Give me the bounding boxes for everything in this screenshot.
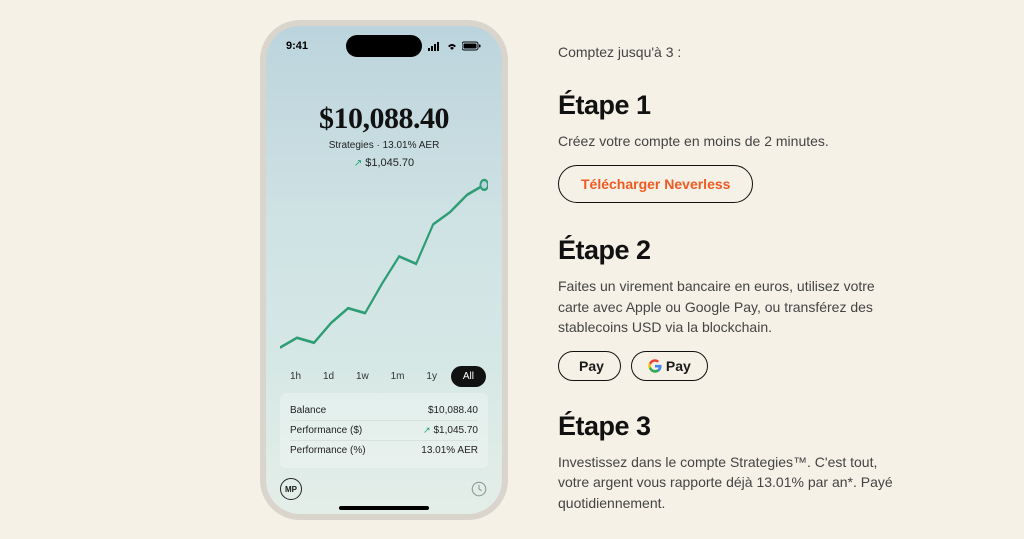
google-pay-badge: Pay — [631, 351, 708, 381]
time-range-1m[interactable]: 1m — [383, 367, 413, 386]
steps-column: Comptez jusqu'à 3 : Étape 1 Créez votre … — [558, 20, 918, 519]
chart-endpoint — [480, 180, 488, 190]
time-range-1y[interactable]: 1y — [418, 367, 445, 386]
account-balance-big: $10,088.40 — [280, 102, 488, 136]
avatar[interactable]: MP — [280, 478, 302, 500]
time-range-all[interactable]: All — [451, 366, 486, 387]
apple-pay-label: Pay — [579, 358, 604, 374]
google-pay-label: Pay — [666, 358, 691, 374]
time-range-switcher: 1h 1d 1w 1m 1y All — [282, 366, 486, 387]
stats-balance-value: $10,088.40 — [428, 405, 478, 416]
stats-perf-usd-value: $1,045.70 — [423, 425, 478, 436]
wifi-icon — [445, 41, 459, 51]
performance-chart — [280, 175, 488, 360]
stats-balance-label: Balance — [290, 405, 326, 416]
stats-perf-usd-label: Performance ($) — [290, 425, 362, 436]
stats-perf-pct-value: 13.01% AER — [421, 445, 478, 456]
step1-body: Créez votre compte en moins de 2 minutes… — [558, 131, 898, 151]
dynamic-island — [346, 35, 422, 57]
account-subtitle: Strategies · 13.01% AER — [280, 140, 488, 151]
stats-perf-pct-label: Performance (%) — [290, 445, 366, 456]
step2-title: Étape 2 — [558, 235, 918, 266]
phone-screen: 9:41 $10,088.40 Strategies · 13.01% AER … — [266, 26, 502, 514]
step3-body: Investissez dans le compte Strategies™. … — [558, 452, 898, 513]
chart-line — [280, 185, 484, 348]
account-gain: $1,045.70 — [280, 157, 488, 169]
time-range-1d[interactable]: 1d — [315, 367, 342, 386]
step3-title: Étape 3 — [558, 411, 918, 442]
status-icons — [428, 41, 482, 51]
time-range-1h[interactable]: 1h — [282, 367, 309, 386]
google-icon — [648, 359, 662, 373]
apple-pay-badge: Pay — [558, 351, 621, 381]
battery-icon — [462, 41, 482, 51]
signal-icon — [428, 41, 442, 51]
time-range-1w[interactable]: 1w — [348, 367, 377, 386]
steps-lead: Comptez jusqu'à 3 : — [558, 44, 918, 60]
phone-frame: 9:41 $10,088.40 Strategies · 13.01% AER … — [260, 20, 508, 520]
status-time: 9:41 — [286, 40, 308, 52]
step2-body: Faites un virement bancaire en euros, ut… — [558, 276, 898, 337]
step1-title: Étape 1 — [558, 90, 918, 121]
account-summary: $10,088.40 Strategies · 13.01% AER $1,04… — [280, 102, 488, 169]
clock-icon[interactable] — [470, 480, 488, 498]
home-indicator — [339, 506, 429, 510]
download-button[interactable]: Télécharger Neverless — [558, 165, 753, 203]
stats-card: Balance $10,088.40 Performance ($) $1,04… — [280, 393, 488, 468]
